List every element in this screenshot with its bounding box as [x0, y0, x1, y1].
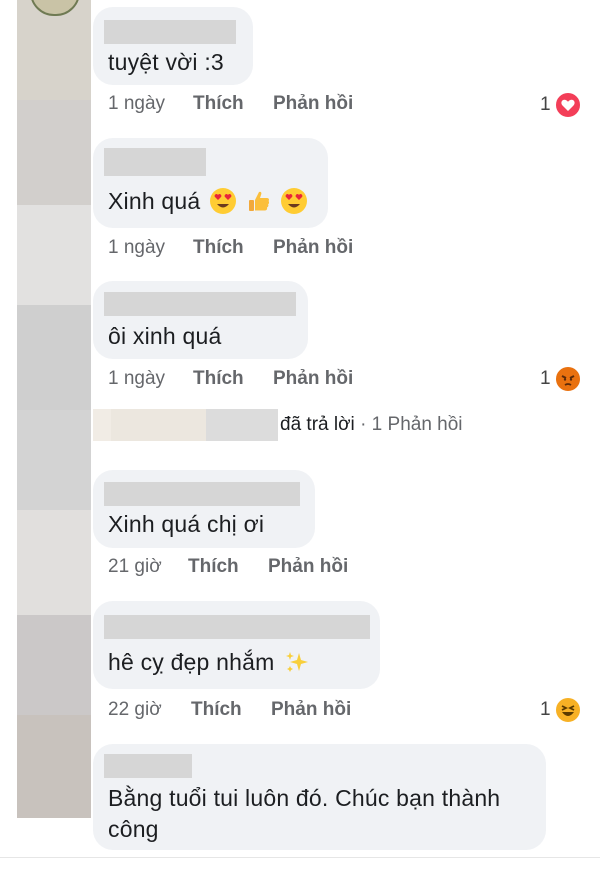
separator: · — [360, 414, 367, 435]
redacted-author-name — [104, 292, 296, 316]
comment-text: hê cỵ đẹp nhắm — [108, 649, 310, 676]
comment-text-line: Bằng tuổi tui luôn đó. Chúc bạn thành — [108, 785, 501, 811]
comment-time: 1 ngày — [108, 93, 166, 114]
reply-button[interactable]: Phản hồi — [273, 237, 353, 259]
thumbs-up-emoji-icon — [246, 188, 272, 214]
reply-button[interactable]: Phản hồi — [268, 556, 348, 578]
redacted-author-name — [104, 754, 192, 778]
replies-count: 1 Phản hồi — [371, 414, 463, 435]
reaction-count: 1 — [540, 368, 551, 389]
comment-text: ôi xinh quá — [108, 323, 222, 349]
comment-text: tuyệt vời :3 — [108, 49, 224, 75]
like-button[interactable]: Thích — [188, 556, 239, 578]
divider — [0, 857, 600, 858]
comment-text-body: hê cỵ đẹp nhắm — [108, 649, 275, 675]
like-button[interactable]: Thích — [193, 93, 244, 115]
comment-time: 1 ngày — [108, 237, 166, 258]
comment-time: 21 giờ — [108, 556, 162, 577]
redacted-author-name — [104, 20, 236, 44]
comment-time: 22 giờ — [108, 699, 162, 720]
comment-time: 1 ngày — [108, 368, 166, 389]
redacted-author-name — [104, 482, 300, 506]
redacted-author-name — [104, 148, 206, 176]
redacted-reply-avatar — [93, 409, 111, 441]
sparkles-emoji-icon — [284, 649, 310, 675]
heart-eyes-emoji-icon — [281, 188, 308, 214]
comment-text-body: Xinh quá — [108, 188, 201, 214]
comment-text: Xinh quá — [108, 188, 308, 215]
like-button[interactable]: Thích — [193, 368, 244, 390]
comment-text-line: công — [108, 816, 159, 842]
like-button[interactable]: Thích — [191, 699, 242, 721]
like-button[interactable]: Thích — [193, 237, 244, 259]
redacted-author-name — [104, 615, 370, 639]
reply-button[interactable]: Phản hồi — [273, 93, 353, 115]
reply-button[interactable]: Phản hồi — [271, 699, 351, 721]
heart-eyes-emoji-icon — [210, 188, 236, 214]
angry-reaction-icon — [554, 365, 582, 393]
reply-summary-text: đã trả lời · 1 Phản hồi — [280, 414, 463, 436]
redacted-reply-author — [206, 409, 278, 441]
replied-text: đã trả lời — [280, 414, 355, 435]
view-replies-link[interactable]: đã trả lời · 1 Phản hồi — [93, 409, 600, 443]
reaction-count: 1 — [540, 699, 551, 720]
redacted-reply-author — [111, 409, 206, 441]
heart-reaction-icon — [554, 91, 582, 119]
haha-reaction-icon — [554, 696, 582, 724]
reaction-count: 1 — [540, 94, 551, 115]
redacted-avatar-column — [17, 0, 91, 818]
reply-button[interactable]: Phản hồi — [273, 368, 353, 390]
comment-text: Xinh quá chị ơi — [108, 511, 265, 537]
